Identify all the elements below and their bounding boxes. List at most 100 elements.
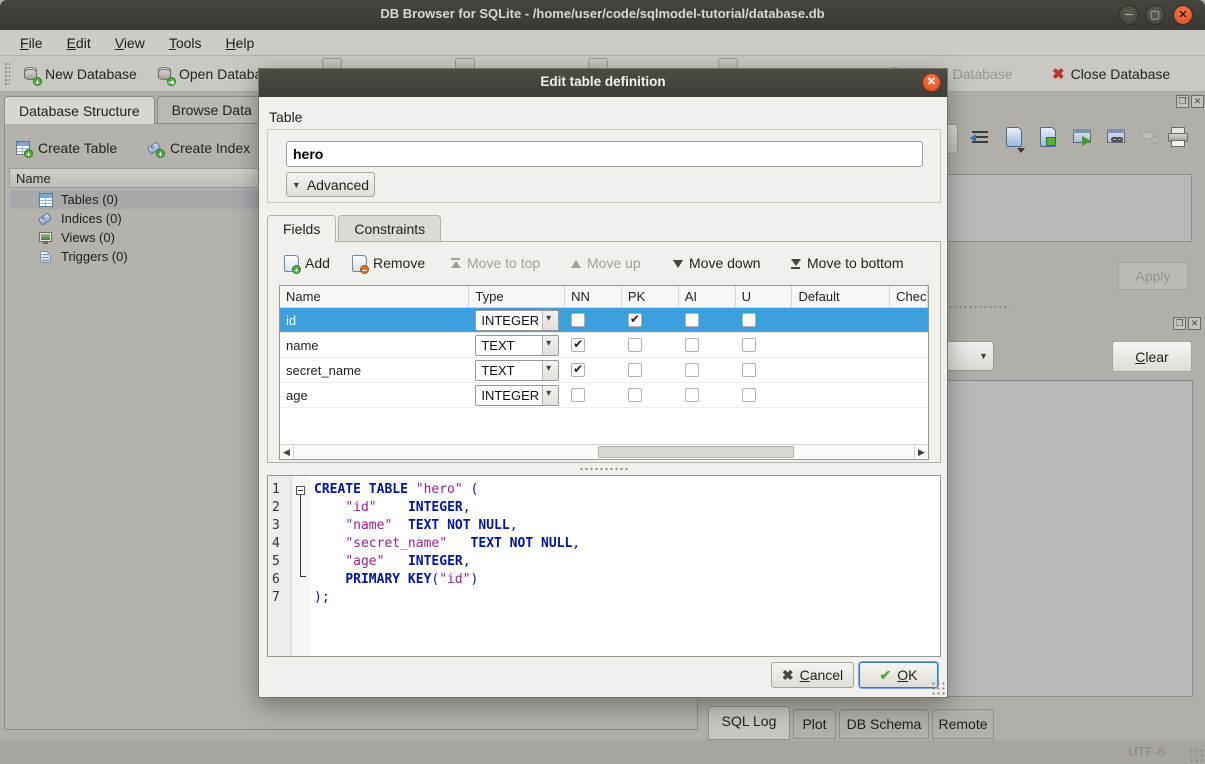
field-name-cell[interactable]: age: [280, 383, 469, 407]
scroll-right-arrow[interactable]: ▶: [914, 445, 928, 459]
u-checkbox[interactable]: [742, 313, 756, 327]
link-icon[interactable]: [1104, 124, 1130, 154]
tab-remote[interactable]: Remote: [932, 709, 994, 739]
toolbar-drag-handle[interactable]: [4, 62, 10, 86]
dialog-resize-grip[interactable]: [931, 681, 945, 695]
ai-cell: [679, 333, 736, 357]
dialog-close-button[interactable]: ✕: [922, 73, 941, 92]
pk-checkbox[interactable]: [628, 388, 642, 402]
type-combobox[interactable]: INTEGER: [475, 385, 559, 406]
window-minimize-button[interactable]: ─: [1119, 5, 1139, 25]
field-name-cell[interactable]: id: [280, 308, 469, 332]
menu-file[interactable]: File: [10, 32, 53, 54]
fields-grid-hscrollbar[interactable]: ◀ ▶: [280, 444, 928, 459]
field-name-cell[interactable]: name: [280, 333, 469, 357]
word-wrap-icon[interactable]: [968, 124, 994, 154]
menu-edit[interactable]: Edit: [57, 32, 101, 54]
save-file-icon[interactable]: [1036, 124, 1062, 154]
dock-float-button[interactable]: ❐: [1173, 317, 1186, 330]
dock-splitter-handle[interactable]: [948, 305, 1010, 309]
fold-collapse-icon[interactable]: [296, 486, 305, 495]
close-database-button[interactable]: ✖ Close Database: [1046, 60, 1176, 88]
field-check-cell[interactable]: [890, 333, 928, 357]
field-default-cell[interactable]: [792, 333, 890, 357]
tab-database-structure[interactable]: Database Structure: [4, 96, 155, 124]
field-default-cell[interactable]: [792, 383, 890, 407]
dialog-splitter-handle[interactable]: [579, 467, 629, 471]
create-index-button[interactable]: + Create Index: [147, 135, 250, 161]
tab-plot[interactable]: Plot: [793, 709, 836, 739]
column-header-default[interactable]: Default: [792, 286, 890, 307]
print-icon[interactable]: [1166, 124, 1192, 154]
menu-view[interactable]: View: [105, 32, 155, 54]
menu-help[interactable]: Help: [216, 32, 265, 54]
field-check-cell[interactable]: [890, 308, 928, 332]
u-checkbox[interactable]: [742, 388, 756, 402]
field-row-id[interactable]: id INTEGER: [280, 308, 928, 333]
field-row-secret_name[interactable]: secret_name TEXT: [280, 358, 928, 383]
ai-checkbox[interactable]: [685, 313, 699, 327]
window-close-button[interactable]: ✕: [1173, 5, 1193, 25]
chevron-down-icon[interactable]: [542, 361, 558, 380]
ok-button[interactable]: ✔ OK: [859, 662, 938, 688]
encoding-indicator: UTF-8: [1128, 744, 1165, 759]
nn-checkbox[interactable]: [571, 388, 585, 402]
tab-browse-data[interactable]: Browse Data: [157, 96, 267, 124]
field-default-cell[interactable]: [792, 308, 890, 332]
tab-db-schema[interactable]: DB Schema: [839, 709, 929, 739]
move-down-button[interactable]: Move down: [672, 251, 761, 275]
import-file-icon[interactable]: [1002, 124, 1028, 154]
chevron-down-icon[interactable]: [542, 386, 558, 405]
column-header-type[interactable]: Type: [469, 286, 565, 307]
field-check-cell[interactable]: [890, 358, 928, 382]
scroll-left-arrow[interactable]: ◀: [280, 445, 294, 459]
pk-checkbox[interactable]: [628, 363, 642, 377]
cancel-button[interactable]: ✖ Cancel: [771, 662, 854, 688]
u-checkbox[interactable]: [742, 363, 756, 377]
ai-checkbox[interactable]: [685, 388, 699, 402]
ai-checkbox[interactable]: [685, 338, 699, 352]
clear-log-button[interactable]: Clear: [1112, 341, 1192, 372]
column-header-nn[interactable]: NN: [565, 286, 622, 307]
field-row-name[interactable]: name TEXT: [280, 333, 928, 358]
column-header-check[interactable]: Check: [890, 286, 928, 307]
column-header-ai[interactable]: AI: [679, 286, 736, 307]
field-name-cell[interactable]: secret_name: [280, 358, 469, 382]
tab-sql-log[interactable]: SQL Log: [708, 706, 790, 740]
create-table-button[interactable]: + Create Table: [15, 135, 117, 161]
column-header-name[interactable]: Name: [280, 286, 469, 307]
dock-close-button[interactable]: ✕: [1188, 317, 1201, 330]
nn-checkbox[interactable]: [571, 363, 585, 377]
type-combobox[interactable]: TEXT: [475, 335, 559, 356]
advanced-button[interactable]: ▼ Advanced: [286, 172, 375, 197]
column-header-pk[interactable]: PK: [622, 286, 679, 307]
nn-checkbox[interactable]: [571, 338, 585, 352]
dock-float-button[interactable]: ❐: [1176, 95, 1189, 108]
table-name-input[interactable]: [286, 141, 923, 167]
move-to-bottom-button[interactable]: Move to bottom: [790, 251, 904, 275]
type-combobox[interactable]: INTEGER: [475, 310, 559, 331]
tab-fields[interactable]: Fields: [267, 215, 336, 242]
tab-constraints[interactable]: Constraints: [338, 215, 441, 242]
add-field-button[interactable]: + Add: [284, 251, 330, 275]
scrollbar-thumb[interactable]: [598, 446, 794, 458]
menu-tools[interactable]: Tools: [159, 32, 212, 54]
export-icon[interactable]: [1070, 124, 1096, 154]
column-header-u[interactable]: U: [736, 286, 793, 307]
dock-close-button[interactable]: ✕: [1191, 95, 1204, 108]
chevron-down-icon[interactable]: [542, 311, 558, 330]
nn-checkbox[interactable]: [571, 313, 585, 327]
pk-checkbox[interactable]: [628, 313, 642, 327]
new-database-button[interactable]: + New Database: [16, 60, 143, 88]
u-checkbox[interactable]: [742, 338, 756, 352]
field-check-cell[interactable]: [890, 383, 928, 407]
pk-checkbox[interactable]: [628, 338, 642, 352]
field-default-cell[interactable]: [792, 358, 890, 382]
ai-checkbox[interactable]: [685, 363, 699, 377]
type-combobox[interactable]: TEXT: [475, 360, 559, 381]
remove-field-button[interactable]: − Remove: [352, 251, 425, 275]
window-resize-grip[interactable]: [1189, 748, 1203, 762]
chevron-down-icon[interactable]: [542, 336, 558, 355]
field-row-age[interactable]: age INTEGER: [280, 383, 928, 408]
window-maximize-button[interactable]: ▢: [1145, 5, 1165, 25]
